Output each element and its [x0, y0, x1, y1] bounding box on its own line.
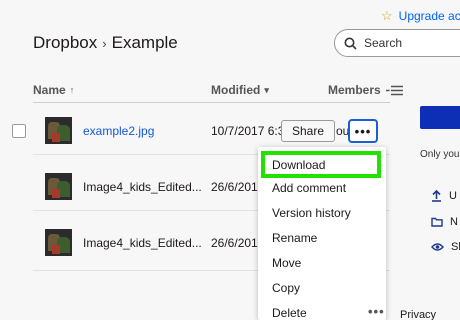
menu-item-rename[interactable]: Rename [272, 231, 317, 245]
header-divider [33, 102, 390, 103]
column-header-members[interactable]: Members [328, 83, 404, 97]
menu-item-delete[interactable]: Delete [272, 306, 307, 320]
new-folder-label: N [450, 216, 458, 228]
menu-item-download[interactable]: Download [261, 151, 381, 178]
search-icon [344, 37, 357, 50]
column-name-label: Name [33, 83, 66, 97]
search-placeholder: Search [364, 36, 403, 50]
upload-label: U [449, 190, 457, 202]
menu-item-version-history[interactable]: Version history [272, 206, 351, 220]
column-header-modified[interactable]: Modified ▾ [211, 83, 269, 97]
file-name[interactable]: example2.jpg [83, 124, 154, 138]
show-action[interactable]: Sh [431, 241, 460, 253]
file-name[interactable]: Image4_kids_Edited... [83, 180, 202, 194]
context-menu: Download Add comment Version history Ren… [258, 147, 386, 320]
upgrade-label: Upgrade acc [398, 9, 460, 23]
more-options-button[interactable]: ••• [348, 119, 378, 143]
breadcrumb-root[interactable]: Dropbox [33, 33, 97, 53]
show-label: Sh [451, 241, 460, 253]
star-icon: ☆ [381, 8, 393, 23]
file-thumbnail [45, 173, 72, 200]
search-input[interactable]: Search [334, 29, 460, 57]
row-checkbox[interactable] [12, 124, 26, 138]
chevron-down-icon: ▾ [264, 84, 269, 95]
upgrade-account-link[interactable]: ☆ Upgrade acc [381, 8, 460, 24]
menu-item-move[interactable]: Move [272, 256, 301, 270]
column-members-label: Members [328, 83, 381, 97]
breadcrumb-current: Example [111, 33, 178, 52]
file-name[interactable]: Image4_kids_Edited... [83, 236, 202, 250]
folder-icon [431, 217, 443, 227]
file-modified: 26/6/201 [211, 180, 258, 194]
menu-item-copy[interactable]: Copy [272, 281, 300, 295]
share-button[interactable]: Share [281, 120, 335, 142]
column-modified-label: Modified [211, 83, 261, 97]
upload-icon [432, 190, 441, 202]
file-thumbnail [45, 229, 72, 256]
file-thumbnail [45, 117, 72, 144]
menu-item-label: Download [272, 157, 326, 172]
column-header-name[interactable]: Name ↑ [33, 83, 74, 97]
file-modified: 26/6/201 [211, 236, 258, 250]
menu-item-add-comment[interactable]: Add comment [272, 181, 346, 195]
breadcrumb: Dropbox › Example [33, 33, 178, 53]
eye-icon [431, 243, 444, 251]
sharing-info-text: Only you ha [420, 149, 460, 160]
footer-privacy-link[interactable]: Privacy [400, 309, 436, 320]
upload-action[interactable]: U [431, 190, 457, 202]
list-view-icon[interactable] [385, 85, 404, 96]
sort-arrow-up-icon: ↑ [69, 85, 75, 95]
breadcrumb-separator: › [102, 35, 107, 51]
new-folder-action[interactable]: N [431, 216, 458, 228]
primary-action-button[interactable] [420, 106, 460, 129]
footer-more-button[interactable]: ••• [368, 304, 385, 319]
file-modified: 10/7/2017 6:3 [211, 124, 285, 138]
